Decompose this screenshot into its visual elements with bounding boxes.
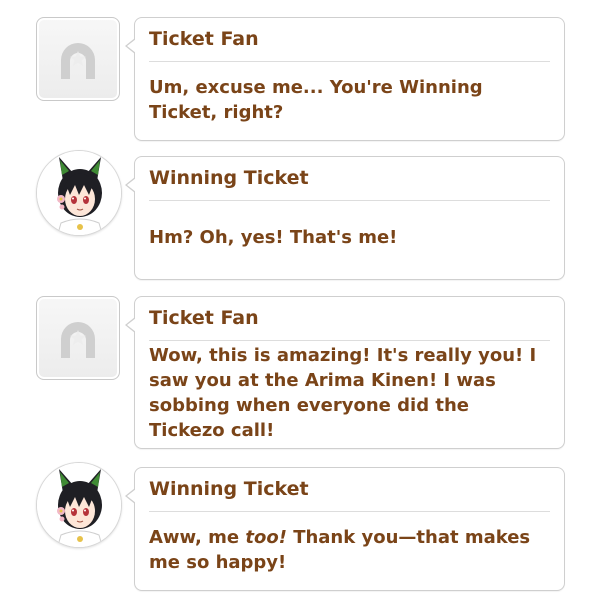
speaker-name: Ticket Fan	[149, 307, 259, 329]
avatar	[36, 150, 122, 236]
message-text: Wow, this is amazing! It's really you! I…	[149, 345, 537, 441]
message-text-part: Aww, me	[149, 527, 246, 548]
message-text: Aww, me too! Thank you—that makes me so …	[149, 525, 544, 575]
divider	[149, 61, 550, 62]
avatar	[36, 462, 122, 548]
horseshoe-placeholder-icon	[61, 43, 95, 79]
message-text: Um, excuse me... You're Winning Ticket, …	[149, 77, 483, 123]
horseshoe-placeholder-icon	[61, 322, 95, 358]
divider	[149, 511, 550, 512]
message-bubble: Winning Ticket Aww, me too! Thank you—th…	[125, 467, 565, 591]
speaker-name: Winning Ticket	[149, 167, 309, 189]
speaker-name: Winning Ticket	[149, 478, 309, 500]
message-bubble: Ticket Fan Wow, this is amazing! It's re…	[125, 296, 565, 449]
divider	[149, 340, 550, 341]
message-text-emphasis: too!	[245, 527, 287, 548]
winning-ticket-portrait	[37, 463, 121, 547]
message-bubble: Ticket Fan Um, excuse me... You're Winni…	[125, 17, 565, 141]
speaker-name: Ticket Fan	[149, 28, 259, 50]
divider	[149, 200, 550, 201]
avatar	[36, 17, 120, 101]
message-text: Hm? Oh, yes! That's me!	[149, 227, 398, 248]
avatar	[36, 296, 120, 380]
winning-ticket-portrait	[37, 151, 121, 235]
message-bubble: Winning Ticket Hm? Oh, yes! That's me!	[125, 156, 565, 280]
